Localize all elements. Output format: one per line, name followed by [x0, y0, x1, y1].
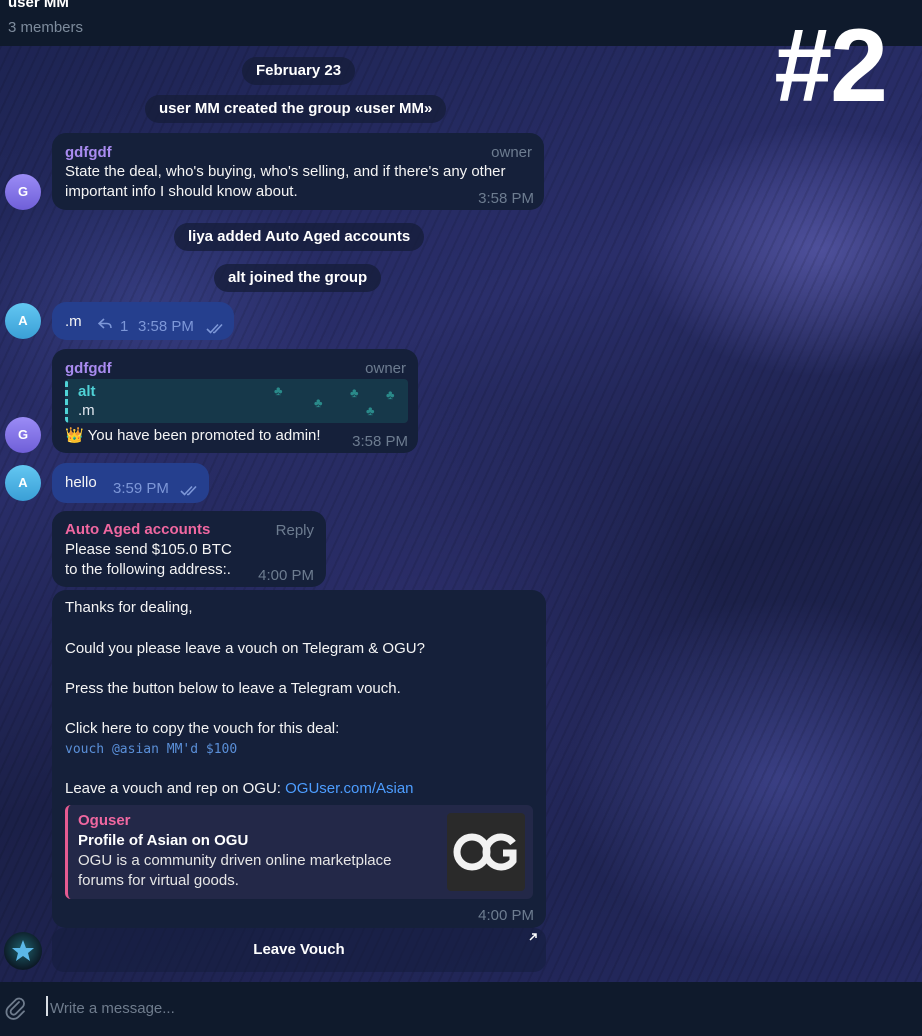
leaf-pattern-icon: ♣	[274, 383, 283, 398]
service-message-joined: alt joined the group	[214, 264, 382, 292]
service-message-added: liya added Auto Aged accounts	[174, 223, 425, 251]
message-text: Thanks for dealing,	[65, 599, 193, 616]
leaf-pattern-icon: ♣	[386, 387, 395, 402]
avatar[interactable]: G	[5, 417, 41, 453]
chat-title[interactable]: user MM	[8, 0, 69, 11]
star-icon	[12, 940, 34, 961]
message-input[interactable]	[48, 994, 872, 1022]
message-text: hello	[65, 474, 97, 491]
message-time: 4:00 PM	[478, 907, 534, 924]
sender-name[interactable]: gdfgdf	[65, 359, 112, 379]
avatar[interactable]: A	[5, 465, 41, 501]
reply-count[interactable]: 1	[120, 317, 128, 337]
reply-label[interactable]: Reply	[276, 521, 314, 541]
bot-avatar[interactable]	[4, 932, 42, 970]
message-text: State the deal, who's buying, who's sell…	[65, 163, 506, 180]
double-check-icon	[206, 320, 226, 340]
role-badge: owner	[365, 360, 406, 377]
leaf-pattern-icon: ♣	[314, 395, 323, 410]
leave-vouch-button[interactable]: Leave Vouch	[52, 928, 546, 972]
leaf-pattern-icon: ♣	[366, 403, 375, 418]
message-text: You have been promoted to admin!	[87, 427, 321, 444]
watermark-label: #2	[774, 8, 888, 124]
avatar[interactable]: A	[5, 303, 41, 339]
message-text: Please send $105.0 BTC	[65, 541, 232, 558]
message-bubble[interactable]: gdfgdf owner alt .m ♣ ♣ ♣ ♣ ♣ 👑 You have…	[52, 349, 418, 453]
sender-name[interactable]: Auto Aged accounts	[65, 520, 210, 540]
message-text: Leave a vouch and rep on OGU: OGUser.com…	[65, 779, 414, 799]
message-text: Click here to copy the vouch for this de…	[65, 720, 340, 737]
vouch-code[interactable]: vouch @asian MM'd $100	[65, 740, 237, 760]
message-bubble[interactable]: Thanks for dealing, Could you please lea…	[52, 590, 546, 928]
crown-icon: 👑	[65, 427, 84, 444]
double-check-icon	[180, 482, 200, 502]
reply-author: alt	[78, 383, 96, 400]
attach-icon[interactable]	[4, 996, 28, 1025]
message-time: 3:58 PM	[478, 190, 534, 207]
message-bubble[interactable]: gdfgdf owner State the deal, who's buyin…	[52, 133, 544, 210]
avatar[interactable]: G	[5, 174, 41, 210]
message-time: 3:58 PM	[352, 433, 408, 450]
og-logo-icon	[453, 833, 517, 871]
preview-title: Profile of Asian on OGU	[78, 832, 249, 849]
sender-name[interactable]: gdfgdf	[65, 143, 112, 163]
message-text: .m	[65, 313, 82, 330]
service-message-created: user MM created the group «user MM»	[145, 95, 447, 123]
composer-bar	[0, 982, 922, 1036]
message-time: 3:58 PM	[138, 318, 194, 335]
message-text: Press the button below to leave a Telegr…	[65, 680, 401, 697]
message-text: Could you please leave a vouch on Telegr…	[65, 640, 425, 657]
leave-vouch-label: Leave Vouch	[253, 941, 345, 958]
reply-text: .m	[78, 402, 95, 419]
message-bubble[interactable]: hello 3:59 PM	[52, 463, 209, 503]
member-count: 3 members	[8, 19, 84, 36]
link-preview[interactable]: Oguser Profile of Asian on OGU OGU is a …	[65, 805, 533, 899]
preview-thumbnail[interactable]	[447, 813, 525, 891]
message-text: important info I should know about.	[65, 183, 298, 200]
reply-arrow-icon[interactable]	[97, 316, 112, 336]
ogu-link[interactable]: OGUser.com/Asian	[285, 780, 413, 797]
preview-site-name: Oguser	[78, 812, 131, 829]
message-text: Leave a vouch and rep on OGU:	[65, 780, 286, 797]
leaf-pattern-icon: ♣	[350, 385, 359, 400]
message-text: to the following address:.	[65, 561, 231, 578]
message-time: 4:00 PM	[258, 567, 314, 584]
preview-description: OGU is a community driven online marketp…	[78, 852, 392, 889]
date-separator: February 23	[242, 57, 356, 85]
message-time: 3:59 PM	[113, 480, 169, 497]
role-badge: owner	[491, 144, 532, 161]
reply-quote[interactable]: alt .m ♣ ♣ ♣ ♣ ♣	[65, 379, 408, 423]
external-link-icon	[528, 916, 538, 960]
message-text: 👑 You have been promoted to admin!	[65, 426, 321, 446]
message-bubble[interactable]: .m 1 3:58 PM	[52, 302, 234, 340]
message-bubble[interactable]: Auto Aged accounts Reply Please send $10…	[52, 511, 326, 587]
